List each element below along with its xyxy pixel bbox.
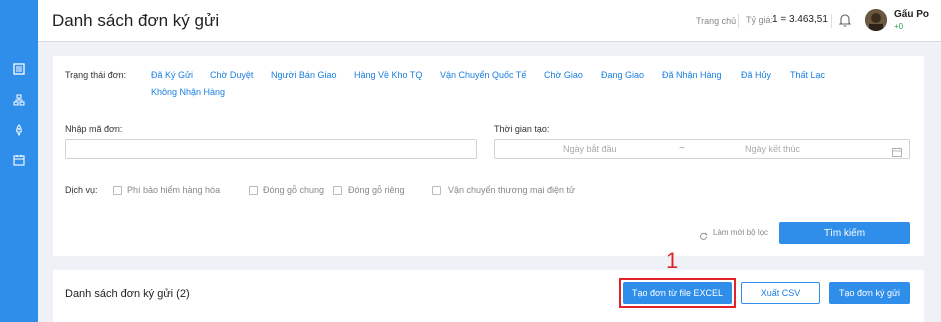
date-separator: ~ bbox=[679, 143, 685, 154]
search-button[interactable]: Tìm kiếm bbox=[779, 222, 910, 244]
status-link-cho-giao[interactable]: Chờ Giao bbox=[544, 70, 583, 80]
filter-panel: Trạng thái đơn: Đã Ký Gửi Chờ Duyệt Ngườ… bbox=[53, 56, 924, 256]
network-icon[interactable] bbox=[11, 92, 27, 108]
shared-crate-checkbox-label: Đóng gỗ chung bbox=[263, 185, 325, 195]
status-link-that-lac[interactable]: Thất Lạc bbox=[790, 70, 825, 80]
exchange-rate-label: Tỷ giá: bbox=[746, 15, 774, 25]
create-from-excel-button[interactable]: Tạo đơn từ file EXCEL bbox=[623, 282, 732, 304]
status-link-nguoi-ban-giao[interactable]: Người Bán Giao bbox=[271, 70, 336, 80]
user-balance: +0 bbox=[894, 22, 904, 31]
insurance-checkbox-label: Phí bảo hiểm hàng hóa bbox=[127, 185, 221, 195]
status-filter-label: Trạng thái đơn: bbox=[65, 70, 127, 80]
page-title: Danh sách đơn ký gửi bbox=[52, 11, 220, 30]
refresh-icon[interactable] bbox=[699, 228, 708, 240]
header-divider bbox=[738, 14, 739, 28]
header-divider bbox=[831, 14, 832, 28]
status-link-da-nhan-hang[interactable]: Đã Nhận Hàng bbox=[662, 70, 722, 80]
ecommerce-shipping-checkbox[interactable] bbox=[432, 186, 441, 195]
home-link[interactable]: Trang chủ bbox=[696, 16, 736, 26]
status-link-da-huy[interactable]: Đã Hủy bbox=[741, 70, 771, 80]
bell-icon[interactable] bbox=[838, 12, 852, 28]
status-link-hang-ve-kho[interactable]: Hàng Về Kho TQ bbox=[354, 70, 422, 80]
calendar-icon[interactable] bbox=[11, 152, 27, 168]
user-name[interactable]: Gấu Po bbox=[894, 9, 929, 20]
date-range-picker[interactable]: Ngày bắt đầu ~ Ngày kết thúc bbox=[494, 139, 910, 159]
calendar-icon[interactable] bbox=[892, 144, 902, 157]
exchange-rate-value: 1 = 3.463,51 bbox=[772, 14, 828, 25]
service-label: Dịch vụ: bbox=[65, 185, 98, 195]
list-icon[interactable] bbox=[11, 61, 27, 77]
status-link-khong-nhan-hang[interactable]: Không Nhận Hàng bbox=[151, 87, 225, 97]
status-link-da-ky-gui[interactable]: Đã Ký Gửi bbox=[151, 70, 193, 80]
reset-filter-link[interactable]: Làm mới bộ lọc bbox=[713, 228, 768, 237]
insurance-checkbox[interactable] bbox=[113, 186, 122, 195]
status-link-cho-duyet[interactable]: Chờ Duyệt bbox=[210, 70, 253, 80]
avatar[interactable] bbox=[865, 9, 887, 31]
shared-crate-checkbox[interactable] bbox=[249, 186, 258, 195]
order-list-panel: Danh sách đơn ký gửi (2) Tạo đơn từ file… bbox=[53, 270, 924, 322]
start-date-input[interactable]: Ngày bắt đầu bbox=[563, 144, 617, 154]
private-crate-checkbox-label: Đóng gỗ riêng bbox=[348, 185, 405, 195]
create-order-button[interactable]: Tạo đơn ký gửi bbox=[829, 282, 910, 304]
order-list-title: Danh sách đơn ký gửi (2) bbox=[65, 288, 190, 300]
created-time-label: Thời gian tạo: bbox=[494, 124, 550, 134]
order-code-label: Nhập mã đơn: bbox=[65, 124, 123, 134]
end-date-input[interactable]: Ngày kết thúc bbox=[745, 144, 800, 154]
export-csv-button[interactable]: Xuất CSV bbox=[741, 282, 820, 304]
status-link-van-chuyen-quoc-te[interactable]: Vận Chuyển Quốc Tế bbox=[440, 70, 526, 80]
top-header: Danh sách đơn ký gửi Trang chủ Tỷ giá: 1… bbox=[38, 0, 941, 42]
order-code-input[interactable] bbox=[65, 139, 477, 159]
private-crate-checkbox[interactable] bbox=[333, 186, 342, 195]
sidebar bbox=[0, 0, 38, 322]
status-link-dang-giao[interactable]: Đang Giao bbox=[601, 70, 644, 80]
rocket-icon[interactable] bbox=[11, 122, 27, 138]
ecommerce-shipping-checkbox-label: Vận chuyển thương mại điện tử bbox=[448, 185, 576, 195]
